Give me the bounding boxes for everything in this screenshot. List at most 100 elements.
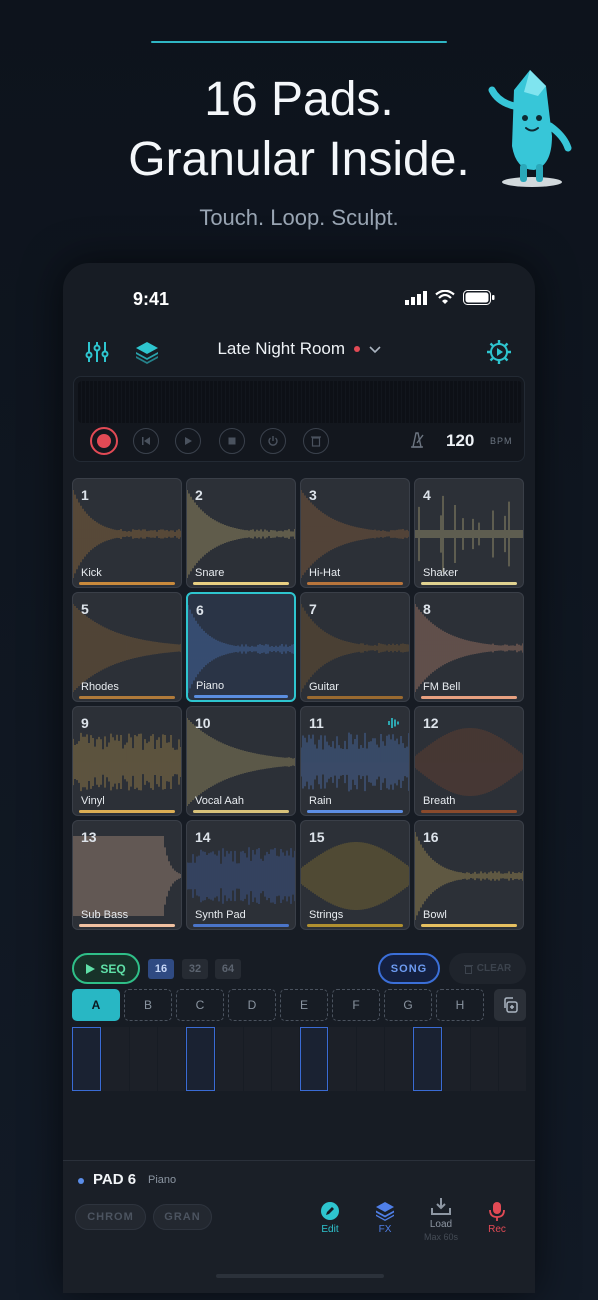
- pad-color-bar: [193, 810, 289, 813]
- delete-button[interactable]: [303, 428, 329, 454]
- length-64-button[interactable]: 64: [215, 959, 241, 979]
- length-32-button[interactable]: 32: [182, 959, 208, 979]
- pad-name: Kick: [81, 567, 102, 579]
- metronome-toggle[interactable]: [260, 428, 286, 454]
- gran-mode-button[interactable]: GRAN: [153, 1204, 212, 1230]
- pad-14[interactable]: 14 Synth Pad: [186, 820, 296, 930]
- pad-13[interactable]: 13 Sub Bass: [72, 820, 182, 930]
- pad-name: FM Bell: [423, 681, 461, 693]
- chrom-mode-button[interactable]: CHROM: [75, 1204, 146, 1230]
- seq-label: SEQ: [100, 961, 126, 976]
- waveform-path: [415, 495, 523, 573]
- step-cell[interactable]: [471, 1027, 499, 1091]
- step-cell[interactable]: [271, 1027, 299, 1091]
- waveform-path: [73, 490, 181, 578]
- pattern-e-button[interactable]: E: [280, 989, 328, 1021]
- step-cell[interactable]: [101, 1027, 129, 1091]
- seq-button[interactable]: SEQ: [72, 953, 140, 984]
- load-tool-button[interactable]: Load Max 60s: [421, 1194, 461, 1242]
- pattern-h-button[interactable]: H: [436, 989, 484, 1021]
- step-cell[interactable]: [215, 1027, 243, 1091]
- step-cell[interactable]: [129, 1027, 157, 1091]
- play-icon: [185, 437, 192, 445]
- step-cell[interactable]: [357, 1027, 385, 1091]
- trash-icon: [463, 964, 473, 974]
- pad-color-bar: [79, 696, 175, 699]
- pad-indicator-dot: [78, 1178, 84, 1184]
- pad-number: 2: [195, 487, 203, 503]
- pattern-c-button[interactable]: C: [176, 989, 224, 1021]
- stop-button[interactable]: [219, 428, 245, 454]
- pad-name: Shaker: [423, 567, 458, 579]
- load-icon: [431, 1198, 451, 1215]
- pad-color-bar: [421, 582, 517, 585]
- pad-12[interactable]: 12 Breath: [414, 706, 524, 816]
- pad-10[interactable]: 10 Vocal Aah: [186, 706, 296, 816]
- pad-number: 7: [309, 601, 317, 617]
- stop-icon: [228, 437, 236, 445]
- fx-tool-button[interactable]: FX: [365, 1199, 405, 1235]
- skip-back-icon: [142, 437, 150, 445]
- play-button[interactable]: [175, 428, 201, 454]
- waveform-path: [415, 728, 523, 796]
- settings-icon[interactable]: [486, 339, 512, 365]
- song-button[interactable]: SONG: [378, 953, 440, 984]
- pad-16[interactable]: 16 Bowl: [414, 820, 524, 930]
- step-cell[interactable]: [499, 1027, 526, 1091]
- waveform-overview[interactable]: [78, 381, 522, 423]
- step-cell[interactable]: [413, 1027, 443, 1091]
- pad-2[interactable]: 2 Snare: [186, 478, 296, 588]
- pad-color-bar: [79, 582, 175, 585]
- pad-15[interactable]: 15 Strings: [300, 820, 410, 930]
- project-selector[interactable]: Late Night Room: [63, 339, 535, 359]
- mic-icon: [489, 1202, 505, 1221]
- step-cell[interactable]: [385, 1027, 413, 1091]
- pad-number: 1: [81, 487, 89, 503]
- pattern-g-button[interactable]: G: [384, 989, 432, 1021]
- pad-5[interactable]: 5 Rhodes: [72, 592, 182, 702]
- step-cell[interactable]: [157, 1027, 185, 1091]
- pad-name: Breath: [423, 795, 456, 807]
- waveform-path: [301, 604, 409, 692]
- bpm-value[interactable]: 120: [446, 431, 474, 451]
- rec-tool-button[interactable]: Rec: [477, 1199, 517, 1235]
- pattern-f-button[interactable]: F: [332, 989, 380, 1021]
- pad-3[interactable]: 3 Hi-Hat: [300, 478, 410, 588]
- pad-7[interactable]: 7 Guitar: [300, 592, 410, 702]
- rewind-button[interactable]: [133, 428, 159, 454]
- pad-name: Hi-Hat: [309, 567, 341, 579]
- step-cell[interactable]: [72, 1027, 101, 1091]
- step-cell[interactable]: [299, 1027, 329, 1091]
- pad-11[interactable]: 11 Rain: [300, 706, 410, 816]
- length-16-button[interactable]: 16: [148, 959, 174, 979]
- pad-number: 6: [196, 602, 204, 618]
- pattern-b-button[interactable]: B: [124, 989, 172, 1021]
- pad-8[interactable]: 8 FM Bell: [414, 592, 524, 702]
- pad-color-bar: [307, 582, 403, 585]
- pad-color-bar: [307, 810, 403, 813]
- pad-color-bar: [421, 924, 517, 927]
- clear-label: CLEAR: [476, 963, 512, 974]
- pad-number: 11: [309, 715, 324, 731]
- pad-6[interactable]: 6 Piano: [186, 592, 296, 702]
- copy-pattern-button[interactable]: [494, 989, 526, 1021]
- step-cell[interactable]: [329, 1027, 357, 1091]
- signal-icon: [405, 290, 427, 305]
- wifi-icon: [435, 290, 455, 304]
- record-button[interactable]: [90, 427, 118, 455]
- metronome-icon[interactable]: [408, 432, 426, 448]
- edit-tool-button[interactable]: Edit: [310, 1199, 350, 1235]
- pattern-d-button[interactable]: D: [228, 989, 276, 1021]
- app-screen: 9:41 Late Night Room 120 BPM 1 Kick 2 Snare…: [63, 263, 535, 1293]
- step-cell[interactable]: [443, 1027, 471, 1091]
- pad-1[interactable]: 1 Kick: [72, 478, 182, 588]
- top-accent-line: [151, 41, 447, 43]
- pad-4[interactable]: 4 Shaker: [414, 478, 524, 588]
- step-cell[interactable]: [243, 1027, 271, 1091]
- fx-tool-label: FX: [378, 1224, 392, 1235]
- step-cell[interactable]: [185, 1027, 215, 1091]
- clear-button[interactable]: CLEAR: [449, 953, 526, 984]
- pattern-a-button[interactable]: A: [72, 989, 120, 1021]
- pad-9[interactable]: 9 Vinyl: [72, 706, 182, 816]
- pad-name: Snare: [195, 567, 225, 579]
